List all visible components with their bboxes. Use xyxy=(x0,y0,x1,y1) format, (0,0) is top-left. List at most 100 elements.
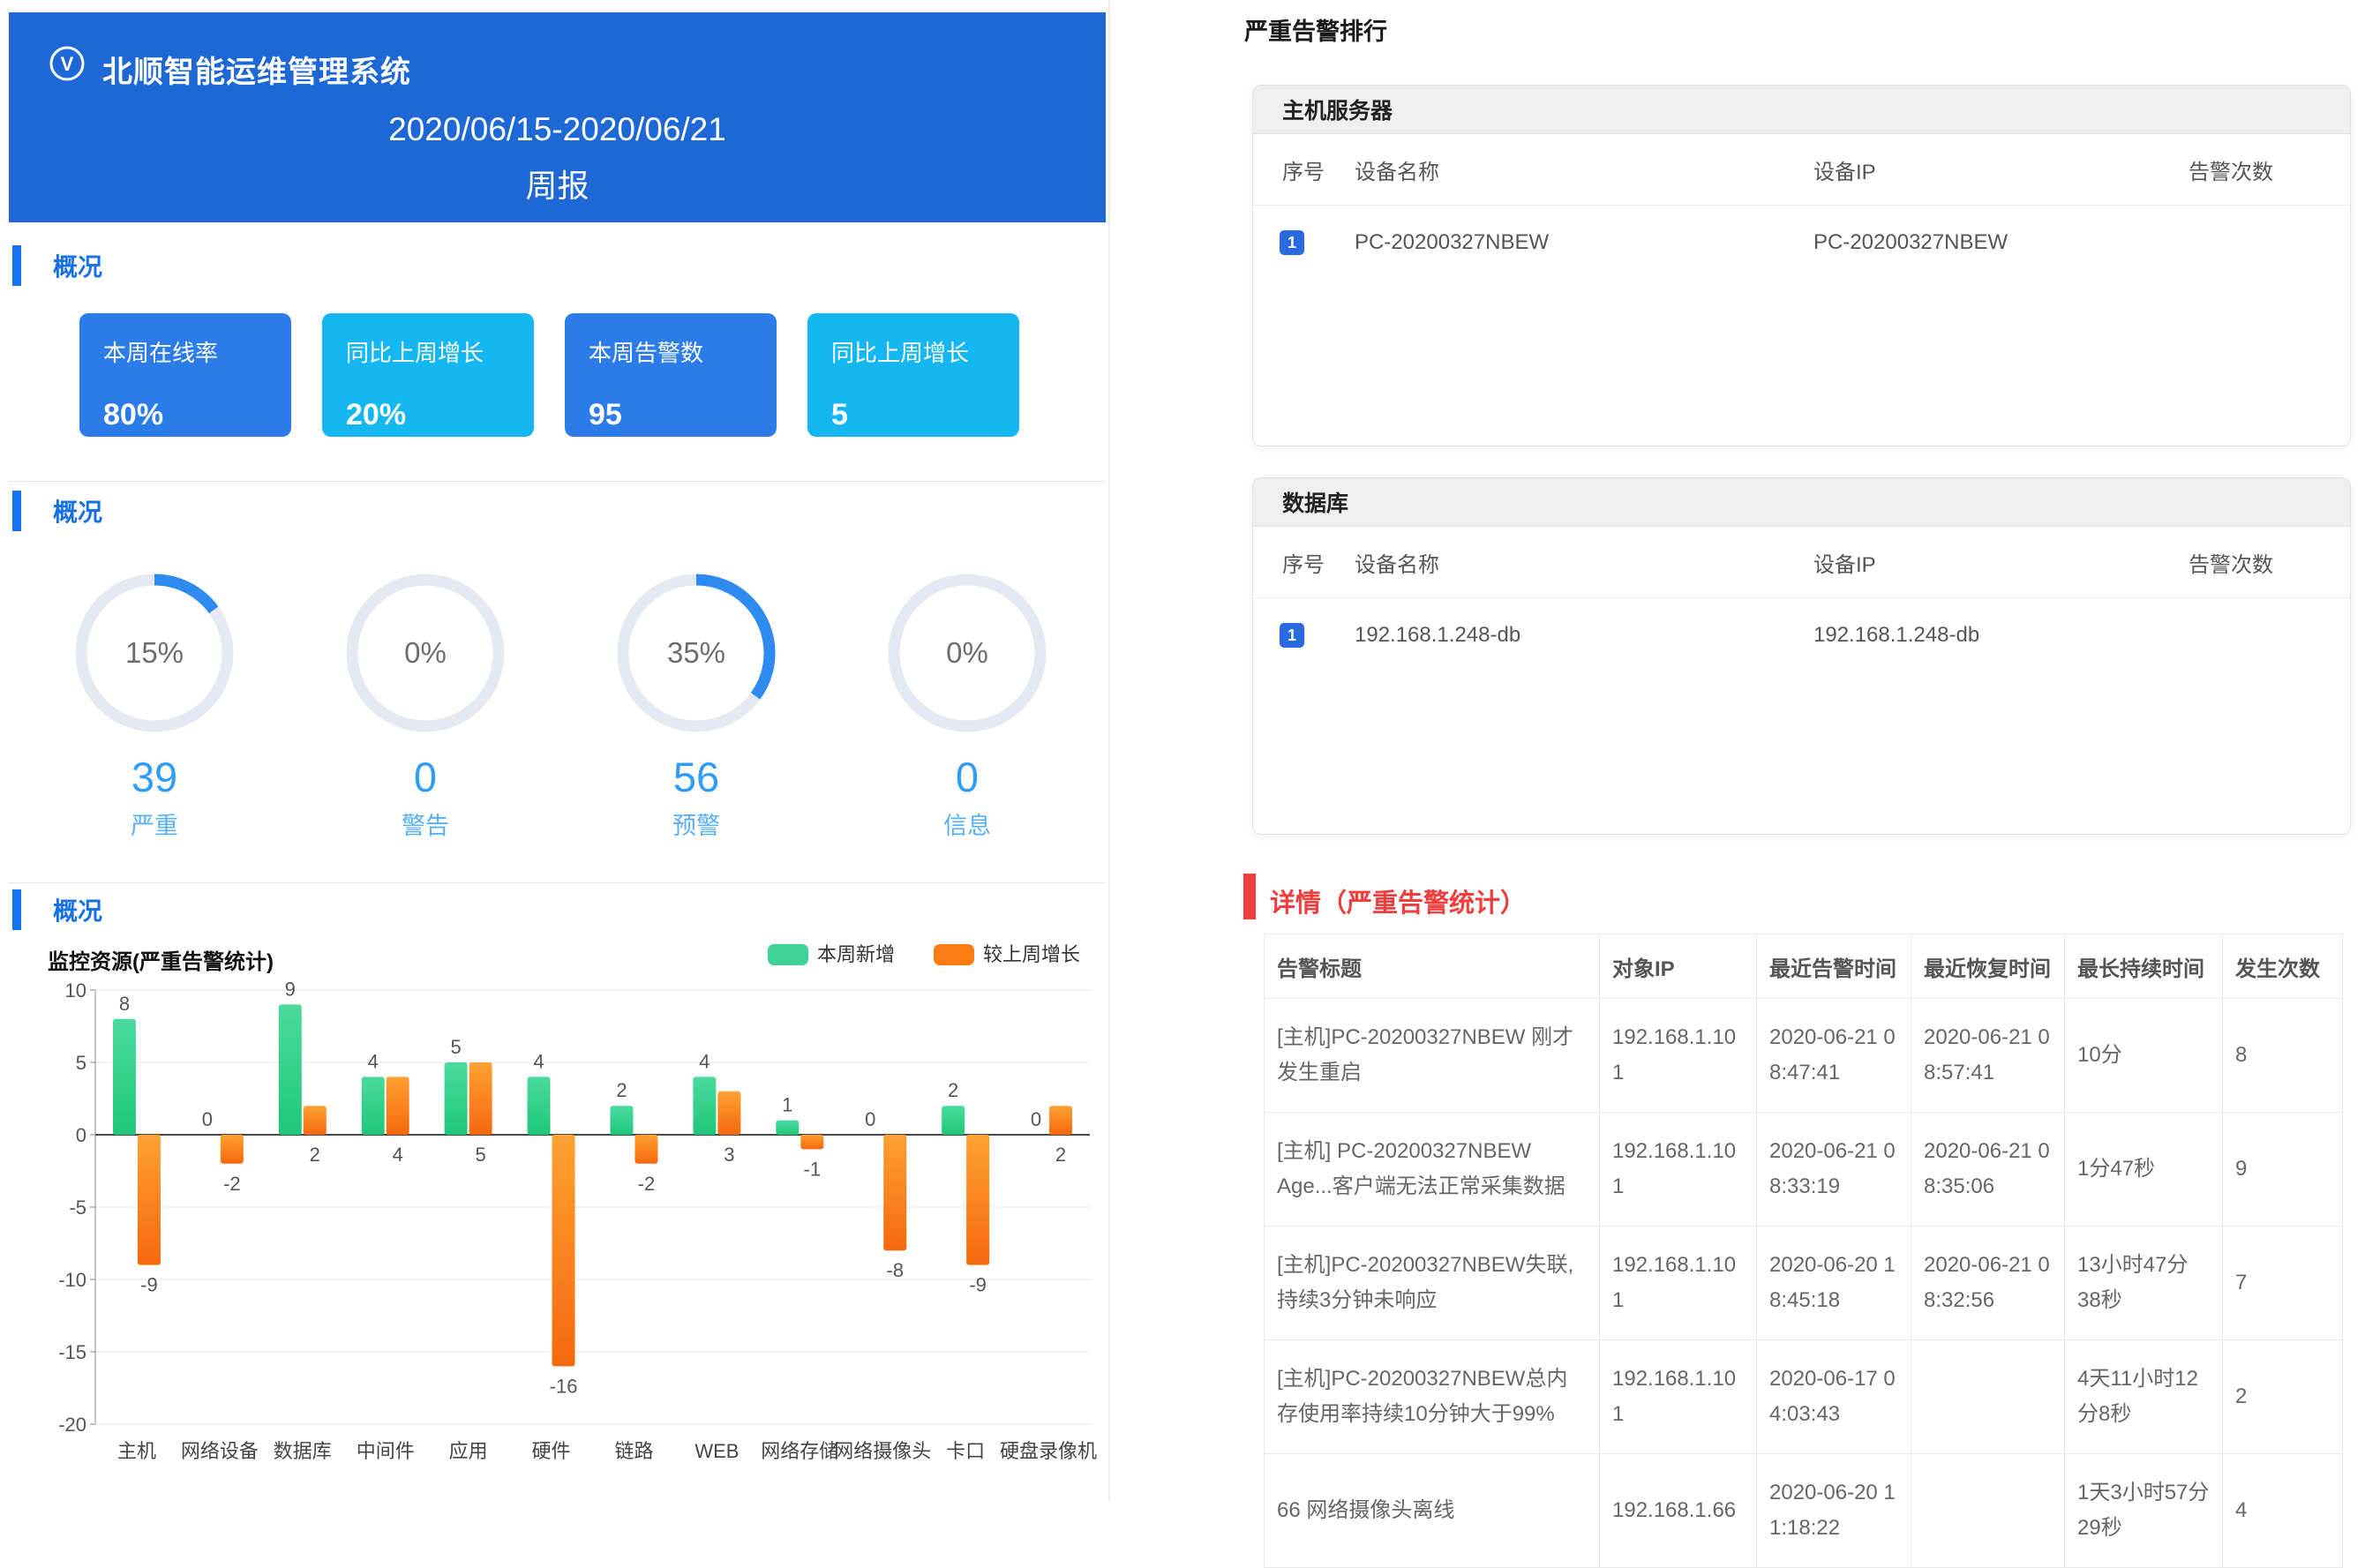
bar-value-label: 2 xyxy=(1055,1144,1066,1166)
cell-max-duration: 4天11小时12分8秒 xyxy=(2065,1340,2223,1454)
cell-max-duration: 1天3小时57分29秒 xyxy=(2065,1454,2223,1568)
section-accent-bar xyxy=(12,491,21,531)
donut-value: 39 xyxy=(71,753,238,801)
column-header: 告警标题 xyxy=(1265,934,1600,999)
bar-new xyxy=(445,1062,468,1135)
column-header: 对象IP xyxy=(1600,934,1757,999)
bar-value-label: 0 xyxy=(1031,1108,1041,1130)
device-table-host-servers: 主机服务器 序号设备名称设备IP告警次数 1PC-20200327NBEWPC-… xyxy=(1252,85,2351,446)
device-table-headers: 序号设备名称设备IP告警次数 xyxy=(1253,527,2350,598)
cell-last-recovery-time: 2020-06-21 08:32:56 xyxy=(1911,1227,2065,1340)
stat-card-value: 20% xyxy=(346,398,534,432)
cell-alert-title: [主机]PC-20200327NBEW总内存使用率持续10分钟大于99% xyxy=(1265,1340,1600,1454)
bar-value-label: -8 xyxy=(886,1259,904,1281)
column-header: 最长持续时间 xyxy=(2065,934,2223,999)
cell-last-recovery-time: 2020-06-21 08:57:41 xyxy=(1911,999,2065,1113)
device-table-headers: 序号设备名称设备IP告警次数 xyxy=(1253,134,2350,206)
bar-growth xyxy=(883,1135,906,1250)
stat-card: 同比上周增长20% xyxy=(322,313,534,437)
donut-svg: 35% xyxy=(612,569,780,737)
right-panel-title: 严重告警排行 xyxy=(1244,12,1387,47)
cell-target-ip: 192.168.1.101 xyxy=(1600,999,1757,1113)
cell-max-duration: 1分47秒 xyxy=(2065,1113,2223,1227)
device-table-title: 数据库 xyxy=(1282,486,1348,518)
x-category-label: 硬盘录像机 xyxy=(1000,1440,1097,1462)
cell-occurrences: 7 xyxy=(2223,1227,2343,1340)
donut-ring: 0% xyxy=(883,569,1051,737)
y-tick-label: 5 xyxy=(76,1052,86,1074)
donut-value: 0 xyxy=(342,753,509,801)
donut-gauge: 15%39严重 xyxy=(71,569,238,841)
y-tick-label: 10 xyxy=(65,979,86,1002)
x-category-label: 硬件 xyxy=(532,1440,571,1462)
cell-device-name: 192.168.1.248-db xyxy=(1355,623,1813,648)
section-header-overview-1: 概况 xyxy=(12,245,102,286)
bar-value-label: 3 xyxy=(724,1144,734,1166)
device-table-title: 主机服务器 xyxy=(1282,94,1393,125)
donut-svg: 0% xyxy=(883,569,1051,737)
cell-occurrences: 4 xyxy=(2223,1454,2343,1568)
stat-card: 同比上周增长5 xyxy=(807,313,1019,437)
x-category-label: 数据库 xyxy=(274,1440,332,1462)
column-header: 序号 xyxy=(1253,547,1355,578)
cell-device-ip: 192.168.1.248-db xyxy=(1813,623,2189,648)
chart-title: 监控资源(严重告警统计) xyxy=(48,949,274,974)
bar-growth xyxy=(634,1135,657,1164)
bar-chart-svg: 监控资源(严重告警统计)本周新增较上周增长1050-5-10-15-208-9主… xyxy=(35,934,1099,1498)
bar-new xyxy=(362,1077,385,1135)
donut-percent: 15% xyxy=(125,636,184,669)
bar-value-label: 4 xyxy=(393,1144,403,1166)
donut-ring: 35% xyxy=(612,569,780,737)
cell-target-ip: 192.168.1.101 xyxy=(1600,1340,1757,1454)
rank-badge: 1 xyxy=(1280,623,1304,648)
device-table-body: 1PC-20200327NBEWPC-20200327NBEW xyxy=(1253,206,2350,280)
bar-value-label: -2 xyxy=(223,1173,241,1195)
legend-label: 较上周增长 xyxy=(983,943,1080,965)
cell-alert-title: [主机]PC-20200327NBEW失联,持续3分钟未响应 xyxy=(1265,1227,1600,1340)
bar-new xyxy=(279,1004,302,1135)
x-category-label: 卡口 xyxy=(946,1440,985,1462)
cell-device-name: PC-20200327NBEW xyxy=(1355,230,1813,255)
donut-gauge: 0%0警告 xyxy=(342,569,509,841)
y-tick-label: -15 xyxy=(58,1341,86,1363)
bar-value-label: -9 xyxy=(969,1274,987,1296)
column-header: 设备名称 xyxy=(1355,547,1813,578)
cell-device-ip: PC-20200327NBEW xyxy=(1813,230,2189,255)
cell-target-ip: 192.168.1.101 xyxy=(1600,1113,1757,1227)
cell-last-recovery-time xyxy=(1911,1340,2065,1454)
section-divider xyxy=(9,481,1106,482)
donut-ring: 0% xyxy=(342,569,509,737)
donut-percent: 35% xyxy=(667,636,725,669)
column-header: 告警次数 xyxy=(2189,154,2350,185)
device-table-body: 1 192.168.1.248-db192.168.1.248-db xyxy=(1253,598,2350,672)
section-header-overview-3: 概况 xyxy=(12,889,102,930)
bar-growth xyxy=(1049,1106,1072,1135)
cell-last-alert-time: 2020-06-20 18:45:18 xyxy=(1757,1227,1911,1340)
donut-percent: 0% xyxy=(404,636,447,669)
stat-card: 本周告警数95 xyxy=(565,313,777,437)
y-tick-label: 0 xyxy=(76,1124,86,1146)
cell-occurrences: 9 xyxy=(2223,1113,2343,1227)
cell-target-ip: 192.168.1.101 xyxy=(1600,1227,1757,1340)
section-header-overview-2: 概况 xyxy=(12,491,102,531)
bar-new xyxy=(113,1019,136,1135)
svg-text:V: V xyxy=(61,53,74,75)
detail-accent-bar xyxy=(1243,874,1256,919)
column-divider xyxy=(1108,0,1110,1501)
table-row: [主机]PC-20200327NBEW失联,持续3分钟未响应192.168.1.… xyxy=(1265,1227,2343,1340)
cell-index: 1 xyxy=(1253,230,1355,255)
column-header: 设备IP xyxy=(1813,547,2189,578)
cell-alert-title: [主机] PC-20200327NBEW Age...客户端无法正常采集数据 xyxy=(1265,1113,1600,1227)
cell-index: 1 xyxy=(1253,623,1355,648)
bar-value-label: 4 xyxy=(699,1050,710,1072)
donut-svg: 15% xyxy=(71,569,238,737)
column-header: 最近恢复时间 xyxy=(1911,934,2065,999)
x-category-label: 应用 xyxy=(449,1440,488,1462)
section-divider xyxy=(9,882,1106,883)
y-tick-label: -10 xyxy=(58,1269,86,1291)
cell-alert-title: [主机]PC-20200327NBEW 刚才发生重启 xyxy=(1265,999,1600,1113)
legend-label: 本周新增 xyxy=(817,943,895,965)
device-table-strip: 数据库 xyxy=(1253,478,2350,527)
column-header: 序号 xyxy=(1253,154,1355,185)
bar-value-label: 9 xyxy=(285,978,296,1000)
